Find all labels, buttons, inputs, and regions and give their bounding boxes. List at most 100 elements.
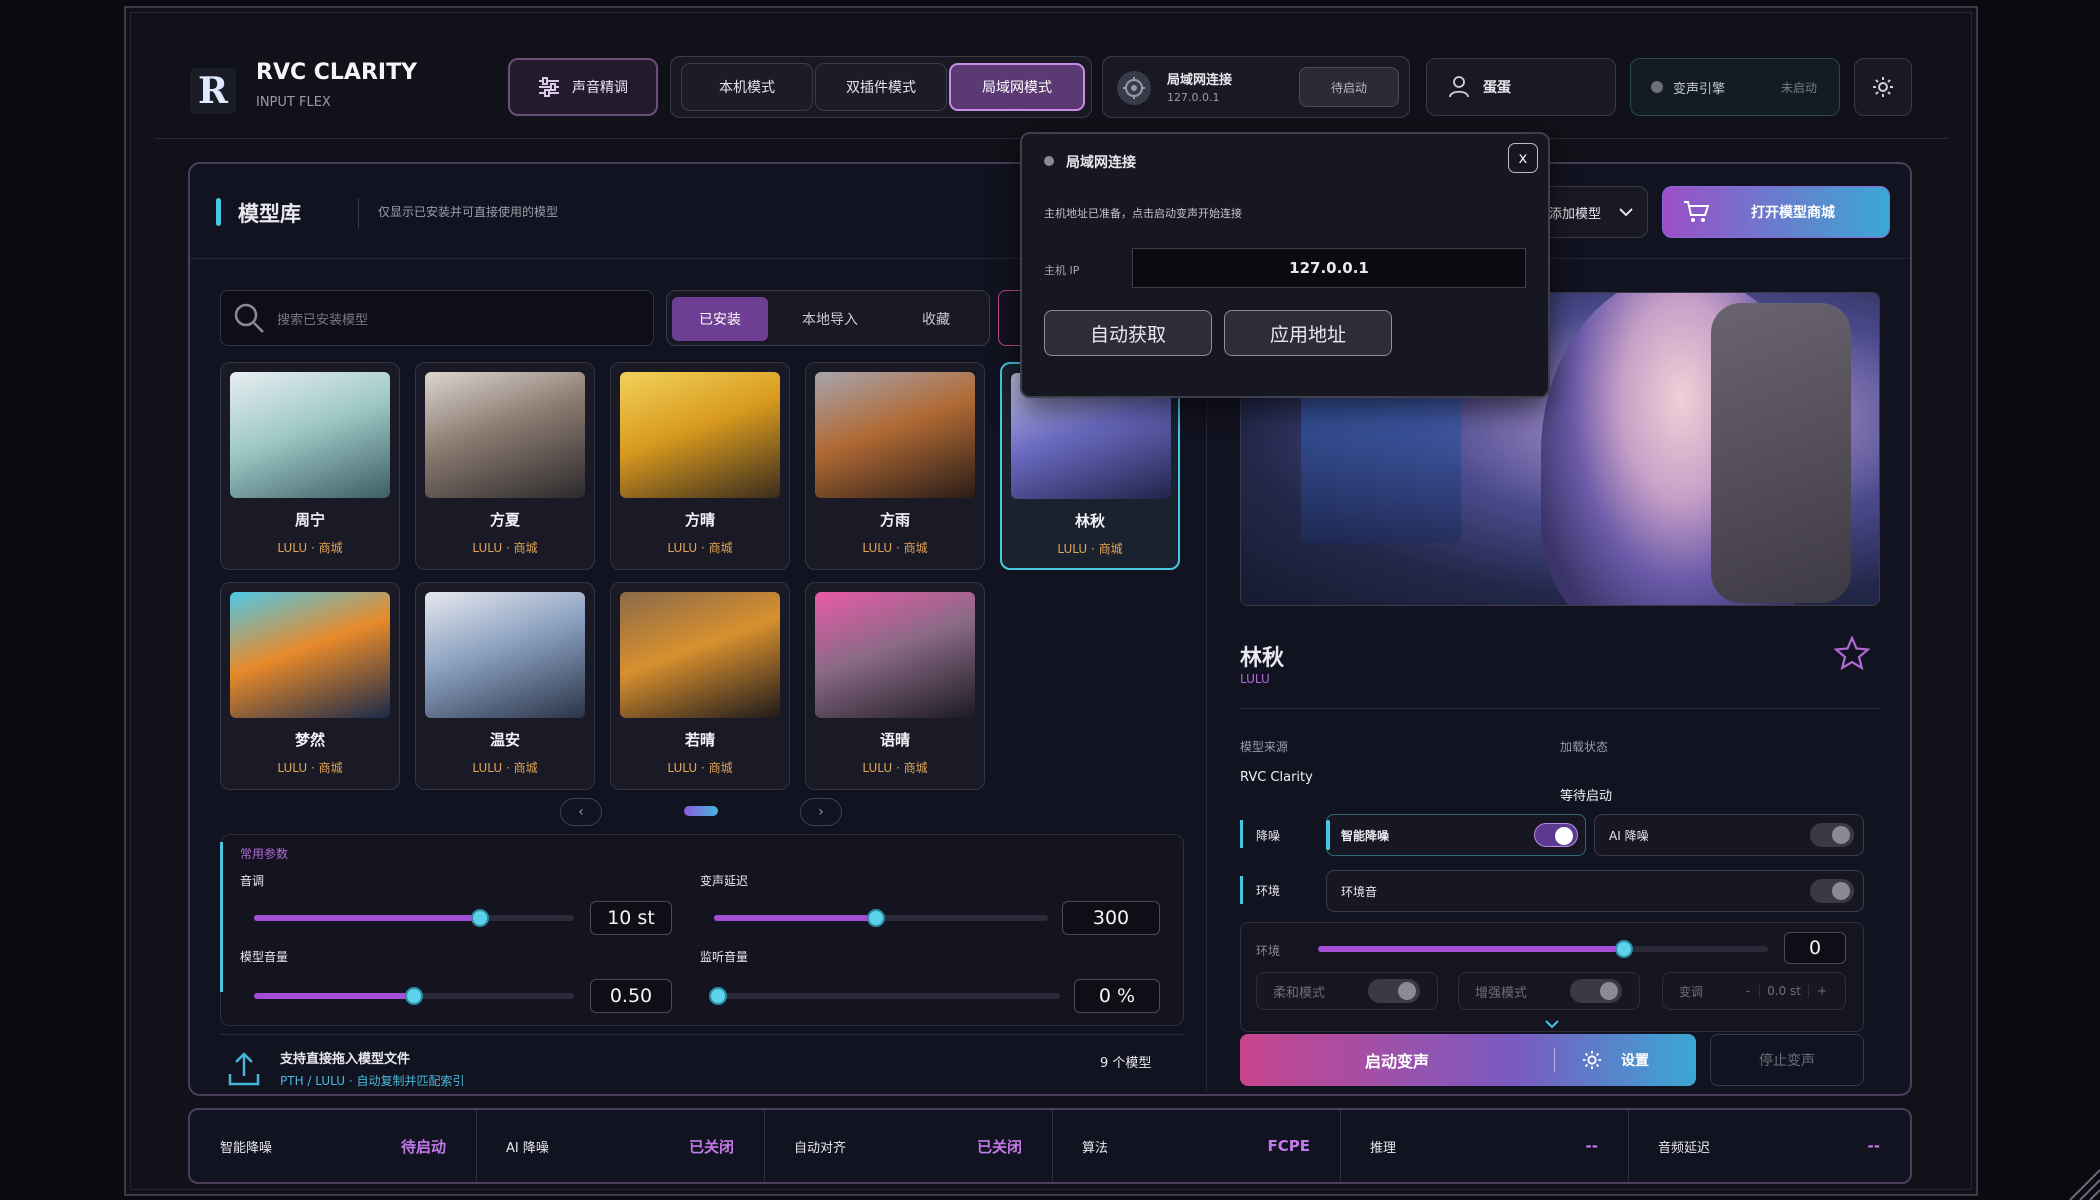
smart-noise-toggle[interactable]: [1534, 823, 1578, 847]
start-voice-change-label: 启动变声: [1364, 1052, 1429, 1071]
pitch-shift-minus-button[interactable]: -: [1737, 984, 1759, 998]
mode-local-button[interactable]: 本机模式: [681, 63, 813, 111]
expand-chevron-icon[interactable]: [1544, 1014, 1560, 1033]
pitch-shift-control: 变调 - 0.0 st +: [1662, 972, 1846, 1010]
auto-fetch-button[interactable]: 自动获取: [1044, 310, 1212, 356]
model-name: 周宁: [294, 511, 325, 529]
status-label: 算法: [1082, 1140, 1109, 1156]
lan-connection-box: 局域网连接 127.0.0.1 待启动: [1102, 56, 1410, 118]
app-subtitle: INPUT FLEX: [256, 95, 331, 110]
upload-icon: [228, 1050, 260, 1090]
model-count: 9 个模型: [1100, 1056, 1152, 1071]
user-box[interactable]: 蛋蛋: [1426, 58, 1616, 116]
mode-lan-button[interactable]: 局域网模式: [949, 63, 1085, 111]
model-meta: LULU · 商城: [862, 541, 928, 555]
model-card[interactable]: 周宁 LULU · 商城: [220, 362, 400, 570]
delay-slider-fill: [714, 915, 876, 921]
user-icon: [1449, 76, 1469, 98]
soft-mode-toggle[interactable]: [1368, 979, 1420, 1003]
lan-address: 127.0.0.1: [1167, 91, 1220, 104]
search-placeholder: 搜索已安装模型: [277, 312, 369, 328]
env-slider-value[interactable]: 0: [1784, 932, 1846, 964]
ai-noise-toggle[interactable]: [1810, 823, 1854, 847]
pitch-shift-plus-button[interactable]: +: [1809, 984, 1835, 998]
model-meta: LULU · 商城: [1057, 542, 1123, 556]
mode-dual-plugin-button[interactable]: 双插件模式: [815, 63, 947, 111]
model-card[interactable]: 温安 LULU · 商城: [415, 582, 595, 790]
page-next-button[interactable]: ›: [800, 798, 842, 826]
status-smart-noise: 智能降噪 待启动: [190, 1110, 476, 1182]
enhance-mode-toggle[interactable]: [1570, 979, 1622, 1003]
engine-status-box[interactable]: 变声引擎 未启动: [1630, 58, 1840, 116]
pitch-slider-knob[interactable]: [471, 909, 489, 927]
monitor-volume-value[interactable]: 0 %: [1074, 979, 1160, 1013]
model-source-value: RVC Clarity: [1240, 770, 1313, 785]
status-value: FCPE: [1267, 1137, 1311, 1155]
tab-favorites[interactable]: 收藏: [891, 297, 981, 341]
page-prev-button[interactable]: ‹: [560, 798, 602, 826]
tab-installed[interactable]: 已安装: [672, 297, 768, 341]
monitor-volume-slider-track[interactable]: [714, 993, 1060, 999]
detail-model-author: LULU: [1240, 672, 1270, 686]
library-title-divider: [358, 198, 359, 228]
model-volume-slider-knob[interactable]: [405, 987, 423, 1005]
params-title: 常用参数: [240, 847, 289, 861]
load-status-value: 等待启动: [1560, 789, 1613, 804]
env-slider-knob[interactable]: [1615, 940, 1633, 958]
model-name: 语晴: [879, 731, 910, 749]
engine-status-dot: [1651, 81, 1663, 93]
status-audio-latency: 音频延迟 --: [1628, 1110, 1910, 1182]
search-box[interactable]: 搜索已安装模型: [220, 290, 654, 346]
open-shop-label: 打开模型商城: [1751, 205, 1835, 221]
app-title: RVC CLARITY: [256, 60, 418, 85]
model-card[interactable]: 方晴 LULU · 商城: [610, 362, 790, 570]
model-volume-label: 模型音量: [240, 950, 289, 964]
chevron-left-icon: ‹: [578, 804, 584, 820]
user-name: 蛋蛋: [1483, 80, 1511, 96]
status-label: 自动对齐: [794, 1140, 847, 1156]
env-slider-fill: [1318, 946, 1624, 952]
model-volume-value[interactable]: 0.50: [590, 979, 672, 1013]
model-card[interactable]: 方夏 LULU · 商城: [415, 362, 595, 570]
library-description: 仅显示已安装并可直接使用的模型: [378, 205, 559, 219]
button-divider: [1554, 1048, 1555, 1072]
monitor-volume-slider-knob[interactable]: [709, 987, 727, 1005]
lan-status-button[interactable]: 待启动: [1299, 67, 1399, 107]
model-meta: LULU · 商城: [667, 541, 733, 555]
settings-gear-button[interactable]: [1854, 58, 1912, 116]
delay-value[interactable]: 300: [1062, 901, 1160, 935]
dialog-title: 局域网连接: [1066, 155, 1136, 171]
env-sound-control[interactable]: 环境音: [1326, 870, 1864, 912]
open-shop-button[interactable]: 打开模型商城: [1662, 186, 1890, 238]
model-thumbnail: [815, 592, 975, 718]
dialog-close-button[interactable]: x: [1508, 143, 1538, 173]
model-volume-slider-fill: [254, 993, 414, 999]
tab-local-import[interactable]: 本地导入: [777, 297, 883, 341]
status-value: 已关闭: [688, 1137, 734, 1156]
apply-address-button[interactable]: 应用地址: [1224, 310, 1392, 356]
params-accent-bar: [220, 842, 223, 992]
stop-voice-change-button[interactable]: 停止变声: [1710, 1034, 1864, 1086]
model-card[interactable]: 语晴 LULU · 商城: [805, 582, 985, 790]
start-voice-change-button[interactable]: 启动变声 设置: [1240, 1034, 1696, 1086]
model-card[interactable]: 若晴 LULU · 商城: [610, 582, 790, 790]
resize-handle[interactable]: [2060, 1160, 2100, 1200]
dialog-message: 主机地址已准备，点击启动变声开始连接: [1044, 207, 1242, 220]
detail-divider: [1240, 708, 1880, 709]
model-name: 方雨: [879, 511, 910, 529]
voice-tune-button[interactable]: 声音精调: [508, 58, 658, 116]
model-meta: LULU · 商城: [472, 761, 538, 775]
delay-slider-knob[interactable]: [867, 909, 885, 927]
extra-filter-button[interactable]: [998, 290, 1022, 346]
model-name: 梦然: [294, 731, 325, 749]
settings-button[interactable]: 设置: [1581, 1049, 1649, 1071]
model-card[interactable]: 方雨 LULU · 商城: [805, 362, 985, 570]
favorite-star-icon[interactable]: [1833, 635, 1871, 674]
env-sound-toggle[interactable]: [1810, 879, 1854, 903]
pitch-value[interactable]: 10 st: [590, 901, 672, 935]
host-ip-field[interactable]: 127.0.0.1: [1132, 248, 1526, 288]
status-value: 待启动: [400, 1137, 446, 1156]
model-card[interactable]: 梦然 LULU · 商城: [220, 582, 400, 790]
model-meta: LULU · 商城: [862, 761, 928, 775]
status-algorithm: 算法 FCPE: [1052, 1110, 1340, 1182]
